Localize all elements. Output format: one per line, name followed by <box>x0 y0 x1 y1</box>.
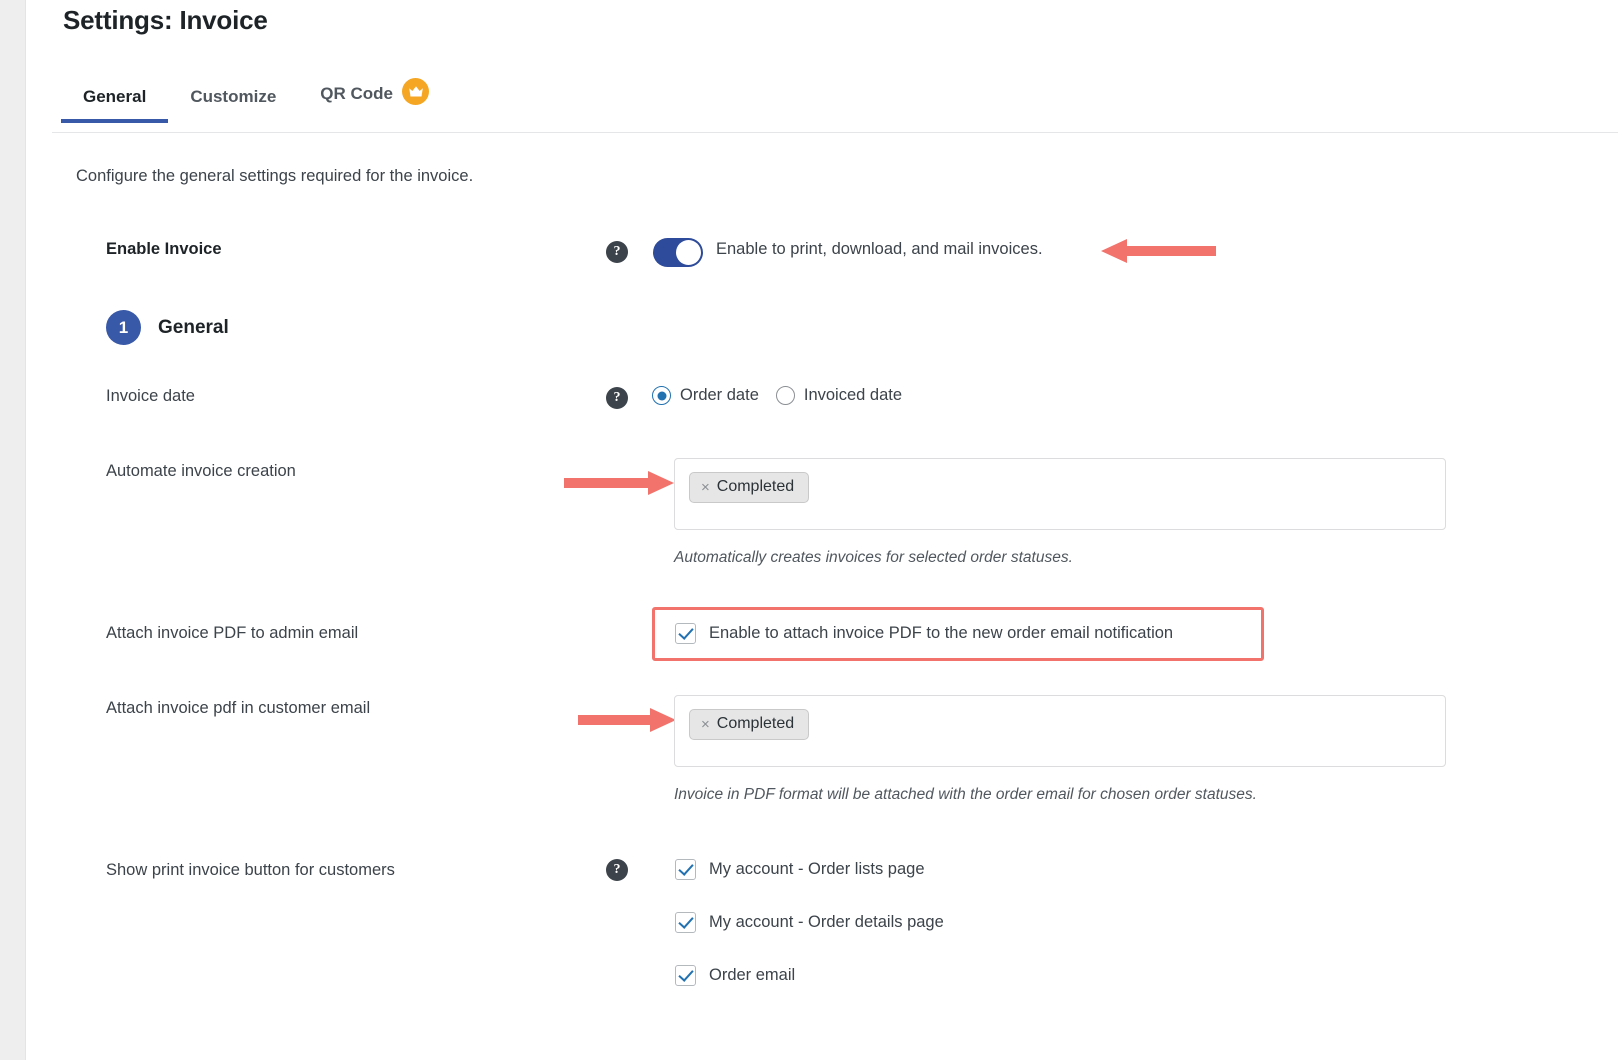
toggle-knob <box>676 240 701 265</box>
show-print-button-option-order-email[interactable]: Order email <box>675 965 795 986</box>
section-title: General <box>158 317 229 339</box>
checkbox-order-lists-page[interactable] <box>675 859 696 880</box>
invoice-date-help-icon[interactable]: ? <box>606 387 628 409</box>
invoice-date-label: Invoice date <box>106 387 195 406</box>
tag-remove-icon[interactable]: × <box>701 717 710 732</box>
tag-completed-automate[interactable]: × Completed <box>689 472 809 503</box>
checkbox-order-details-page[interactable] <box>675 912 696 933</box>
enable-invoice-description: Enable to print, download, and mail invo… <box>716 240 1043 259</box>
tabs-divider <box>52 132 1618 133</box>
radio-invoiced-date-indicator <box>776 386 795 405</box>
enable-invoice-toggle[interactable] <box>653 238 703 267</box>
attach-customer-email-hint: Invoice in PDF format will be attached w… <box>674 786 1257 804</box>
attach-customer-email-label: Attach invoice pdf in customer email <box>106 699 370 718</box>
intro-text: Configure the general settings required … <box>76 167 473 186</box>
tab-general-label: General <box>83 87 146 107</box>
section-number-badge: 1 <box>106 310 141 345</box>
enable-invoice-label: Enable Invoice <box>106 240 222 259</box>
show-print-button-option-order-details[interactable]: My account - Order details page <box>675 912 944 933</box>
tag-label: Completed <box>717 715 794 733</box>
page-title: Settings: Invoice <box>63 5 268 36</box>
attach-admin-email-label: Attach invoice PDF to admin email <box>106 624 358 643</box>
tab-customize-label: Customize <box>190 87 276 107</box>
attach-admin-email-checkbox-row[interactable]: Enable to attach invoice PDF to the new … <box>675 623 1173 644</box>
radio-order-date-label: Order date <box>680 386 759 405</box>
automate-invoice-creation-label: Automate invoice creation <box>106 462 296 481</box>
settings-invoice-page: Settings: Invoice General Customize QR C… <box>0 0 1618 1060</box>
invoice-date-radio-group: Order date Invoiced date <box>652 386 902 405</box>
automate-invoice-creation-hint: Automatically creates invoices for selec… <box>674 549 1073 567</box>
checkbox-order-lists-page-label: My account - Order lists page <box>709 860 925 879</box>
checkbox-order-email[interactable] <box>675 965 696 986</box>
show-print-button-option-order-lists[interactable]: My account - Order lists page <box>675 859 925 880</box>
annotation-arrow-attach-customer <box>578 705 676 735</box>
section-general-header: 1 General <box>106 310 229 345</box>
radio-invoiced-date-label: Invoiced date <box>804 386 902 405</box>
tab-general[interactable]: General <box>61 79 168 123</box>
settings-tabs: General Customize QR Code <box>61 72 451 123</box>
radio-order-date-indicator <box>652 386 671 405</box>
tag-remove-icon[interactable]: × <box>701 480 710 495</box>
checkbox-order-details-page-label: My account - Order details page <box>709 913 944 932</box>
tag-label: Completed <box>717 478 794 496</box>
automate-invoice-creation-select[interactable]: × Completed <box>674 458 1446 530</box>
tab-customize[interactable]: Customize <box>168 79 298 123</box>
crown-icon <box>402 78 429 105</box>
tab-qr-code-label: QR Code <box>320 84 393 104</box>
tab-qr-code[interactable]: QR Code <box>298 72 451 123</box>
tag-completed-customer[interactable]: × Completed <box>689 709 809 740</box>
content-panel: Settings: Invoice General Customize QR C… <box>25 0 1618 1060</box>
annotation-arrow-automate-invoice <box>564 468 674 498</box>
radio-option-order-date[interactable]: Order date <box>652 386 759 405</box>
checkbox-order-email-label: Order email <box>709 966 795 985</box>
attach-customer-email-select[interactable]: × Completed <box>674 695 1446 767</box>
attach-admin-email-checkbox[interactable] <box>675 623 696 644</box>
show-print-button-label: Show print invoice button for customers <box>106 861 395 880</box>
radio-option-invoiced-date[interactable]: Invoiced date <box>776 386 902 405</box>
attach-admin-email-checkbox-label: Enable to attach invoice PDF to the new … <box>709 624 1173 643</box>
annotation-arrow-enable-invoice <box>1101 236 1216 266</box>
show-print-button-help-icon[interactable]: ? <box>606 859 628 881</box>
enable-invoice-help-icon[interactable]: ? <box>606 241 628 263</box>
